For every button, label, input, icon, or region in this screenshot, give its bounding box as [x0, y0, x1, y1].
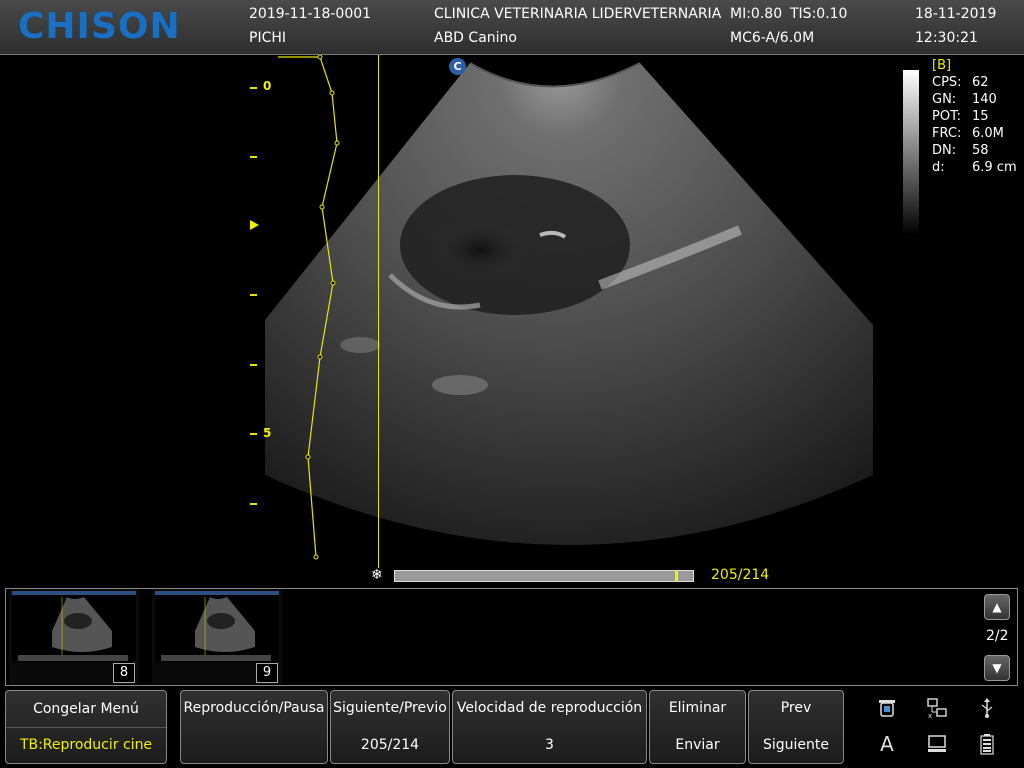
- depth-tick: [250, 294, 257, 296]
- thumbnail-image: [155, 591, 279, 663]
- param-row: d: 6.9 cm: [932, 160, 1017, 175]
- freeze-menu-button[interactable]: Congelar Menú TB:Reproducir cine: [5, 690, 167, 764]
- header-bar: CHISON 2019-11-18-0001 PICHI CLINICA VET…: [0, 0, 1024, 55]
- ultrasound-viewport[interactable]: 0 5 C [B] CPS: 62 GN: 140 POT: 15 FRC: 6.0M …: [0, 55, 1024, 585]
- grayscale-bar: [903, 70, 919, 235]
- cine-frame-counter: 205/214: [711, 567, 770, 583]
- arrow-down-icon[interactable]: ▼: [984, 655, 1010, 681]
- delete-label: Eliminar: [668, 700, 727, 716]
- freeze-menu-label: Congelar Menú: [33, 701, 139, 717]
- next-label: Siguiente: [762, 737, 829, 753]
- exam-time: 12:30:21: [915, 30, 978, 46]
- thumbnail-image: [12, 591, 136, 663]
- arrow-up-icon[interactable]: ▲: [984, 594, 1010, 620]
- font-icon[interactable]: A: [876, 733, 898, 755]
- thumbnail-strip: 8 9: [5, 588, 1018, 686]
- prev-next-button[interactable]: Prev Siguiente: [748, 690, 844, 764]
- mode-label: [B]: [932, 58, 952, 73]
- param-row: DN: 58: [932, 143, 989, 158]
- depth-tick: [250, 433, 257, 435]
- orientation-badge: C: [449, 58, 466, 75]
- mi-value: MI:0.80: [730, 6, 783, 22]
- depth-tick: [250, 87, 257, 89]
- thumbnail-number: 9: [256, 663, 278, 683]
- focus-marker[interactable]: [250, 220, 259, 230]
- trackball-mode-label: TB:Reproducir cine: [19, 737, 153, 753]
- depth-tick: [250, 156, 257, 158]
- battery-icon: [976, 733, 998, 755]
- playback-speed-button[interactable]: Velocidad de reproducción 3: [452, 690, 647, 764]
- depth-scale-line: [378, 55, 379, 568]
- param-row: POT: 15: [932, 109, 989, 124]
- play-pause-button[interactable]: Reproducción/Pausa: [180, 690, 328, 764]
- send-label: Enviar: [675, 737, 720, 753]
- next-previous-label: Siguiente/Previo: [333, 700, 447, 716]
- play-pause-label: Reproducción/Pausa: [183, 700, 325, 716]
- clinic-name: CLINICA VETERINARIA LIDERVETERNARIA: [434, 6, 722, 22]
- next-previous-button[interactable]: Siguiente/Previo 205/214: [330, 690, 450, 764]
- depth-label-0: 0: [263, 79, 272, 93]
- snowflake-icon: ❄: [371, 567, 383, 583]
- thumbnail-item[interactable]: 8: [9, 589, 139, 685]
- param-row: FRC: 6.0M: [932, 126, 1004, 141]
- tis-value: TIS:0.10: [790, 6, 848, 22]
- exam-type: ABD Canino: [434, 30, 517, 46]
- divider: [6, 727, 166, 728]
- probe-label: MC6-A/6.0M: [730, 30, 815, 46]
- playback-speed-value: 3: [545, 737, 554, 753]
- delete-send-button[interactable]: Eliminar Enviar: [649, 690, 746, 764]
- usb-icon: [976, 697, 998, 719]
- thumbnail-page-indicator: 2/2: [986, 628, 1009, 644]
- prev-label: Prev: [780, 700, 812, 716]
- param-row: CPS: 62: [932, 75, 989, 90]
- patient-name: PICHI: [249, 30, 287, 46]
- depth-label-5: 5: [263, 426, 272, 440]
- imaging-parameters: [B] CPS: 62 GN: 140 POT: 15 FRC: 6.0M DN: 58 …: [932, 57, 1017, 176]
- chison-logo: CHISON: [18, 6, 181, 47]
- depth-tick: [250, 503, 257, 505]
- thumbnail-number: 8: [113, 663, 135, 683]
- svg-text:x: x: [928, 712, 932, 719]
- cine-progress-bar[interactable]: [394, 570, 694, 582]
- patient-id: 2019-11-18-0001: [249, 6, 372, 22]
- playback-speed-label: Velocidad de reproducción: [456, 700, 643, 716]
- thumbnail-item[interactable]: 9: [152, 589, 282, 685]
- exam-date: 18-11-2019: [915, 6, 997, 22]
- trash-icon[interactable]: [876, 697, 898, 719]
- depth-tick: [250, 364, 257, 366]
- monitor-icon: [926, 733, 948, 755]
- cine-cursor[interactable]: [675, 570, 678, 582]
- ultrasound-image: [265, 55, 873, 560]
- param-row: GN: 140: [932, 92, 997, 107]
- next-previous-value: 205/214: [360, 737, 420, 753]
- network-icon: x: [926, 697, 948, 720]
